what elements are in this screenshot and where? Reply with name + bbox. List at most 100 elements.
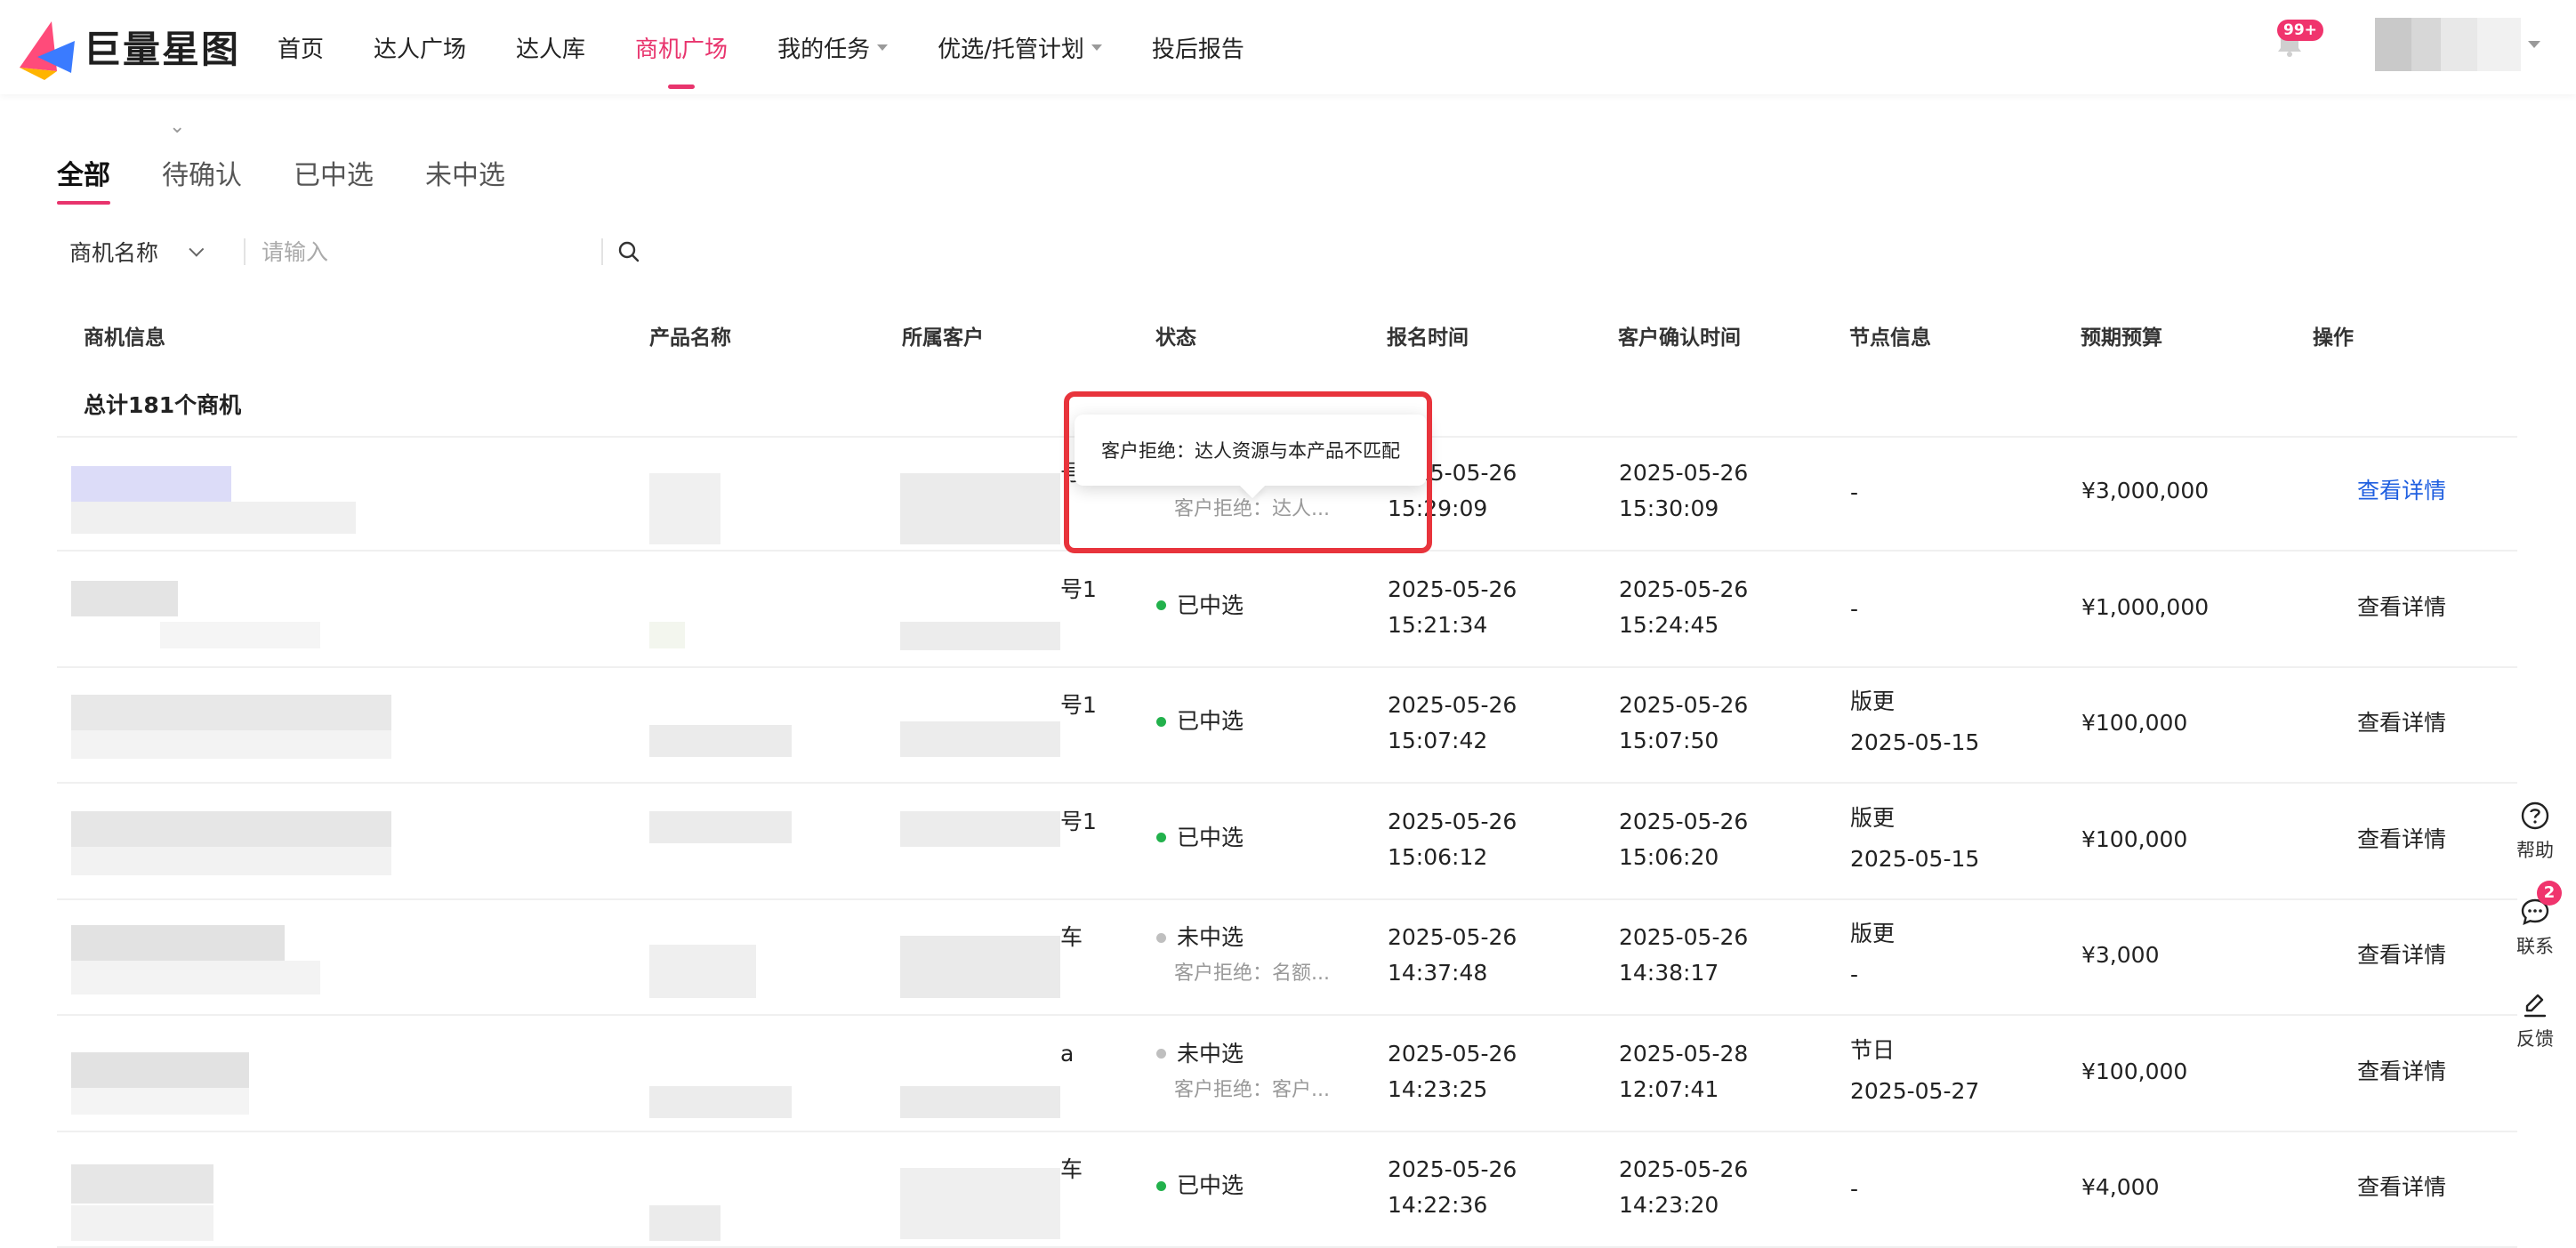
- nav-item-my-tasks[interactable]: 我的任务: [777, 31, 889, 64]
- redacted-content: [649, 1085, 792, 1118]
- column-header: 报名时间: [1387, 326, 1469, 350]
- view-details-link[interactable]: 查看详情: [2357, 1054, 2446, 1090]
- confirm-date: 2025-05-26: [1619, 692, 1749, 718]
- status-label: 未中选: [1177, 924, 1244, 950]
- confirm-date: 2025-05-28: [1619, 1040, 1749, 1067]
- nav-item-creator-square[interactable]: 达人广场: [374, 31, 466, 64]
- redacted-content: [71, 502, 356, 534]
- confirm-date: 2025-05-26: [1619, 576, 1749, 602]
- view-details-link[interactable]: 查看详情: [2357, 590, 2446, 625]
- caret-down-icon[interactable]: [2528, 41, 2540, 48]
- signup-date: 2025-05-26: [1388, 692, 1517, 718]
- column-header: 状态: [1155, 326, 1196, 350]
- redacted-content: [900, 1085, 1060, 1118]
- rejection-reason[interactable]: 客户拒绝：名额...: [1174, 959, 1330, 989]
- contact-button[interactable]: 联系: [2508, 897, 2562, 959]
- table-row: 车 已中选 2025-05-26 14:22:36 2025-05-26 14:23:2…: [57, 1132, 2517, 1248]
- status-label: 已中选: [1177, 592, 1244, 618]
- status-badge: 未中选: [1156, 920, 1244, 955]
- feedback-icon: [2524, 994, 2547, 1018]
- signup-time: 14:23:25: [1388, 1075, 1488, 1102]
- customer-name-suffix: 车: [1060, 924, 1083, 950]
- tab-all[interactable]: 全部: [57, 153, 110, 205]
- nav-label: 首页: [278, 36, 325, 63]
- node-title: 版更: [1850, 921, 1896, 946]
- table-row: 号1 已中选 2025-05-26 15:06:12 2025-05-26 15:06:…: [57, 785, 2517, 900]
- help-button[interactable]: 帮助: [2508, 801, 2562, 863]
- column-header: 所属客户: [902, 326, 984, 350]
- tab-selected[interactable]: 已中选: [294, 153, 374, 205]
- nav-item-creator-library[interactable]: 达人库: [516, 31, 585, 64]
- redacted-content: [900, 473, 1060, 544]
- node-date: -: [1850, 962, 1859, 987]
- customer-name-suffix: a: [1060, 1040, 1075, 1067]
- highlight-box: [1064, 391, 1432, 553]
- collapse-chevron-icon[interactable]: ⌄: [169, 116, 185, 138]
- user-avatar[interactable]: [2375, 18, 2521, 71]
- nav-item-opportunity-square[interactable]: 商机广场: [635, 31, 728, 64]
- redacted-content: [649, 621, 685, 648]
- redacted-content: [900, 621, 1060, 650]
- budget: ¥3,000,000: [2081, 478, 2210, 503]
- view-details-link[interactable]: 查看详情: [2357, 938, 2446, 973]
- redacted-content: [160, 621, 320, 648]
- budget: ¥4,000: [2081, 1174, 2160, 1200]
- rejection-reason[interactable]: 客户拒绝：客户...: [1174, 1075, 1330, 1106]
- brand-name: 巨量星图: [84, 28, 241, 71]
- confirm-time: 14:38:17: [1619, 960, 1719, 986]
- node-title: 节日: [1850, 1036, 1896, 1063]
- signup-time: 14:22:36: [1388, 1192, 1488, 1218]
- redacted-content: [71, 580, 178, 616]
- field-select[interactable]: 商机名称: [57, 236, 244, 268]
- view-details-link[interactable]: 查看详情: [2357, 705, 2446, 741]
- table-row: 车 未中选 客户拒绝：名额... 2025-05-26 14:37:48 2025-05…: [57, 900, 2517, 1016]
- notification-badge: 99+: [2277, 20, 2323, 41]
- signup-date: 2025-05-26: [1388, 924, 1517, 950]
- nav-label: 我的任务: [777, 36, 871, 63]
- signup-date: 2025-05-26: [1388, 1040, 1517, 1067]
- signup-date: 2025-05-26: [1388, 576, 1517, 602]
- redacted-content: [649, 473, 720, 544]
- status-badge: 已中选: [1156, 704, 1244, 739]
- nav-label: 优选/托管计划: [938, 36, 1084, 63]
- status-dot-icon: [1156, 833, 1166, 842]
- customer-name-suffix: 号1: [1060, 576, 1097, 602]
- search-filter: 商机名称: [57, 229, 642, 274]
- node-title: -: [1850, 479, 1859, 505]
- caret-down-icon: [877, 44, 889, 51]
- search-input[interactable]: [246, 238, 601, 265]
- status-label: 未中选: [1177, 1040, 1244, 1067]
- tab-not-selected[interactable]: 未中选: [425, 153, 505, 205]
- redacted-content: [71, 466, 231, 503]
- node-title: 版更: [1850, 804, 1896, 831]
- feedback-button[interactable]: 反馈: [2508, 989, 2562, 1051]
- redacted-content: [649, 725, 792, 757]
- view-details-link[interactable]: 查看详情: [2357, 822, 2446, 857]
- nav-label: 达人广场: [374, 36, 467, 63]
- status-label: 已中选: [1177, 1172, 1244, 1198]
- caret-down-icon: [1091, 44, 1102, 51]
- status-badge: 已中选: [1156, 1168, 1244, 1204]
- tab-pending[interactable]: 待确认: [162, 153, 242, 205]
- nav-item-home[interactable]: 首页: [278, 31, 324, 64]
- status-badge: 已中选: [1156, 820, 1244, 856]
- view-details-link[interactable]: 查看详情: [2357, 1170, 2446, 1205]
- main-nav: 首页 达人广场 达人库 商机广场 我的任务 优选/托管计划 投后报告: [278, 0, 1294, 94]
- confirm-time: 15:30:09: [1619, 495, 1719, 521]
- budget: ¥100,000: [2081, 1058, 2188, 1084]
- table-row: a 未中选客户拒绝：客户... 2025-05-26 14:23:25 2025-05…: [57, 1017, 2517, 1132]
- signup-time: 15:07:42: [1388, 728, 1488, 753]
- redacted-content: [71, 810, 391, 847]
- nav-item-plans[interactable]: 优选/托管计划: [938, 31, 1102, 64]
- node-date: 2025-05-15: [1850, 845, 1980, 872]
- budget: ¥100,000: [2081, 825, 2188, 852]
- table-header: 商机信息 产品名称 所属客户 状态 报名时间 客户确认时间 节点信息 预期预算 …: [57, 320, 2517, 356]
- redacted-content: [649, 945, 756, 998]
- redacted-content: [900, 721, 1060, 757]
- confirm-date: 2025-05-26: [1619, 460, 1749, 486]
- status-dot-icon: [1156, 600, 1166, 610]
- status-label: 已中选: [1177, 824, 1244, 850]
- search-icon[interactable]: [616, 238, 642, 265]
- nav-item-post-report[interactable]: 投后报告: [1152, 31, 1244, 64]
- view-details-link[interactable]: 查看详情: [2357, 473, 2446, 509]
